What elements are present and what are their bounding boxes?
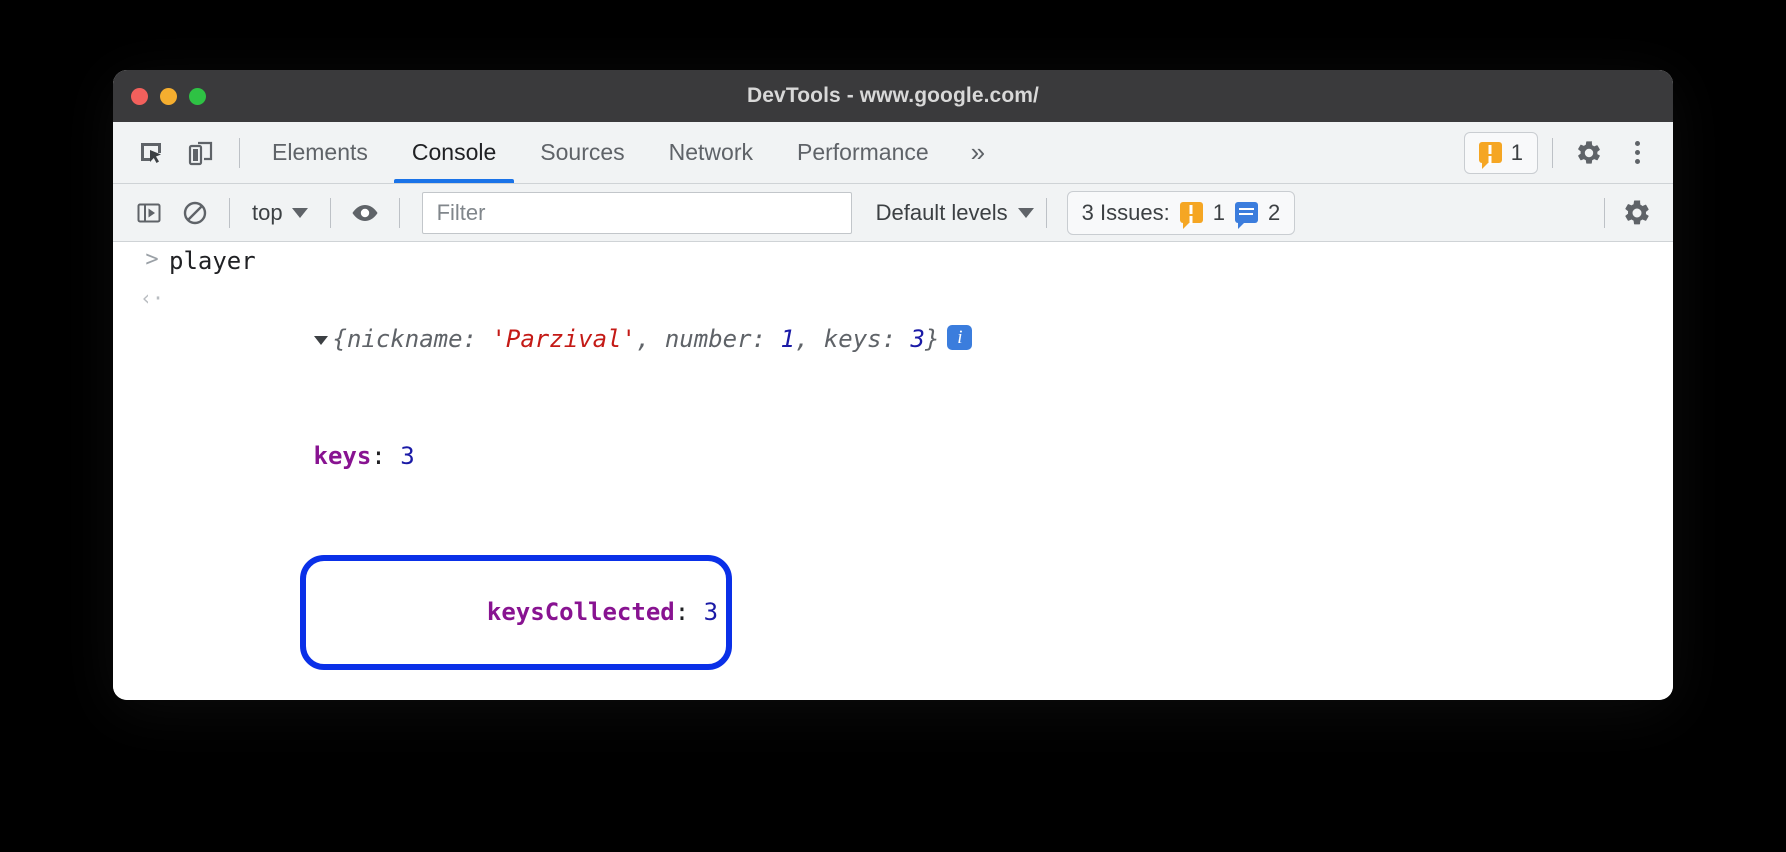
object-property-keysCollected[interactable]: keysCollected: 3 (113, 515, 1673, 700)
tabstrip-actions: 1 (1464, 131, 1673, 175)
tab-sources-label: Sources (540, 139, 624, 166)
property-name: keys (314, 442, 372, 470)
tab-elements[interactable]: Elements (250, 122, 390, 183)
gear-icon[interactable] (1567, 131, 1611, 175)
preview-key-nickname: nickname: (347, 325, 492, 353)
issues-warning-count: 1 (1213, 200, 1225, 226)
issues-label: 3 Issues: (1082, 200, 1170, 226)
object-property-keys[interactable]: keys: 3 (113, 398, 1673, 515)
preview-value-number: 1 (780, 325, 794, 353)
more-tabs-chevron-icon[interactable]: » (951, 122, 1005, 183)
preview-value-keys: 3 (911, 325, 925, 353)
console-message-list: > player ‹· {nickname: 'Parzival', numbe… (113, 242, 1673, 700)
inspect-tools-group (113, 131, 250, 175)
warning-count-label: 1 (1511, 140, 1523, 166)
filter-input[interactable]: Filter (422, 192, 852, 234)
console-toolbar-divider-4 (1046, 198, 1047, 228)
console-input-message[interactable]: > player (113, 242, 1673, 281)
info-message-icon (1235, 202, 1258, 223)
preview-close-brace: } (925, 325, 939, 353)
expand-triangle-icon[interactable] (314, 336, 328, 345)
object-preview: {nickname: 'Parzival', number: 1, keys: … (169, 281, 972, 398)
devtools-tabstrip: Elements Console Sources Network Perform… (113, 122, 1673, 184)
preview-key-number: , number: (636, 325, 781, 353)
input-prompt-gutter: > (135, 242, 169, 271)
tab-console[interactable]: Console (390, 122, 518, 183)
input-prompt-icon: > (145, 249, 158, 271)
dot-3 (1635, 159, 1640, 164)
issues-summary-button[interactable]: 3 Issues: 1 2 (1067, 191, 1296, 235)
console-toolbar: top Filter Default levels 3 Issues (113, 184, 1673, 242)
property-separator: : (371, 442, 400, 470)
tab-network-label: Network (669, 139, 753, 166)
console-toolbar-right (1594, 191, 1659, 235)
more-tabs-label: » (971, 137, 985, 168)
warning-icon (1180, 202, 1203, 223)
tab-sources[interactable]: Sources (518, 122, 646, 183)
console-toolbar-divider-1 (229, 198, 230, 228)
tab-performance-label: Performance (797, 139, 929, 166)
execution-context-selector[interactable]: top (242, 200, 318, 226)
filter-placeholder: Filter (437, 200, 486, 226)
console-result-message[interactable]: ‹· {nickname: 'Parzival', number: 1, key… (113, 281, 1673, 398)
maximize-window-button[interactable] (189, 88, 206, 105)
clear-console-icon[interactable] (173, 191, 217, 235)
dot-1 (1635, 141, 1640, 146)
window-title: DevTools - www.google.com/ (747, 84, 1039, 108)
chevron-down-icon (1018, 208, 1034, 218)
warning-count-button[interactable]: 1 (1464, 132, 1538, 174)
minimize-window-button[interactable] (160, 88, 177, 105)
result-prompt-icon: ‹· (140, 288, 164, 308)
warning-icon (1479, 142, 1502, 163)
console-toolbar-divider-2 (330, 198, 331, 228)
property-separator: : (675, 598, 704, 626)
result-prompt-gutter: ‹· (135, 281, 169, 308)
live-expression-icon[interactable] (343, 191, 387, 235)
highlighted-property-group: keysCollected: 3 (314, 554, 719, 671)
log-levels-label: Default levels (876, 200, 1008, 226)
window-titlebar: DevTools - www.google.com/ (113, 70, 1673, 122)
preview-key-keys: , keys: (795, 325, 911, 353)
screenshot-root: DevTools - www.google.com/ (0, 0, 1786, 852)
tab-elements-label: Elements (272, 139, 368, 166)
gear-icon[interactable] (1615, 191, 1659, 235)
execution-context-label: top (252, 200, 283, 226)
property-value: 3 (400, 442, 414, 470)
panel-tabs: Elements Console Sources Network Perform… (250, 122, 1005, 183)
preview-value-nickname: 'Parzival' (491, 325, 636, 353)
tabstrip-actions-divider (1552, 138, 1553, 168)
issues-info-count: 2 (1268, 200, 1280, 226)
info-icon[interactable]: i (947, 325, 972, 350)
traffic-lights (131, 70, 206, 122)
dot-2 (1635, 150, 1640, 155)
property-name: keysCollected (487, 598, 675, 626)
tab-performance[interactable]: Performance (775, 122, 951, 183)
console-input-text: player (169, 242, 256, 281)
tab-network[interactable]: Network (647, 122, 775, 183)
console-sidebar-icon[interactable] (127, 191, 171, 235)
vertical-dots-icon[interactable] (1615, 131, 1659, 175)
tabstrip-divider (239, 138, 240, 168)
console-toolbar-divider-5 (1604, 198, 1605, 228)
chevron-down-icon (292, 208, 308, 218)
preview-open-brace: { (333, 325, 347, 353)
console-toolbar-divider-3 (399, 198, 400, 228)
log-levels-selector[interactable]: Default levels (876, 200, 1034, 226)
device-toolbar-icon[interactable] (179, 131, 223, 175)
close-window-button[interactable] (131, 88, 148, 105)
tab-console-label: Console (412, 139, 496, 166)
devtools-window: DevTools - www.google.com/ (113, 70, 1673, 700)
inspect-element-icon[interactable] (129, 131, 173, 175)
property-value: 3 (704, 598, 718, 626)
